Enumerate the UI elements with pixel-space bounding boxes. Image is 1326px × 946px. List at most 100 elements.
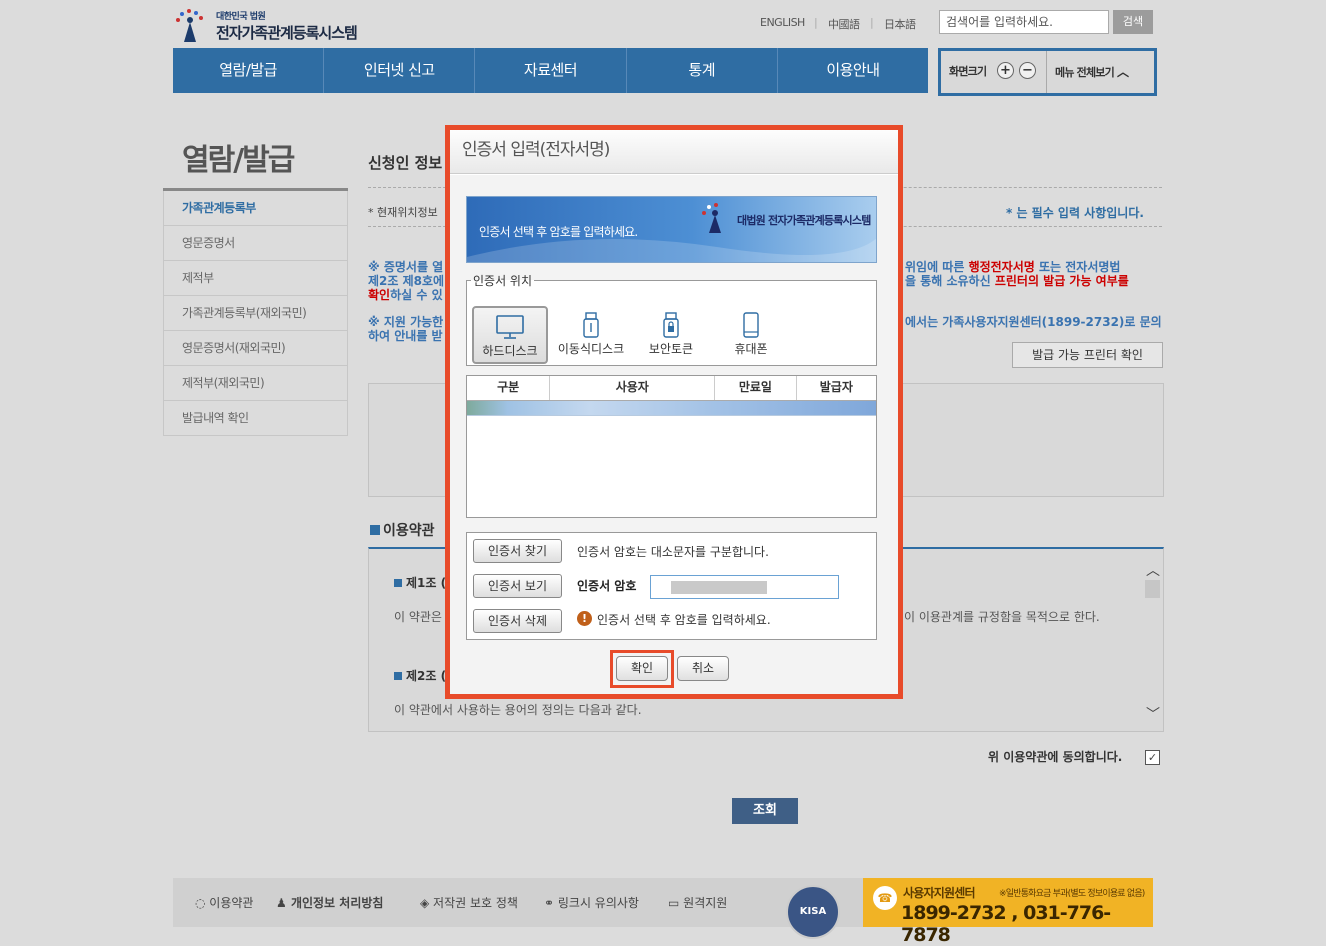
scroll-up-icon[interactable]: ︿ [1146,560,1160,580]
nav-resource-center[interactable]: 자료센터 [475,48,627,93]
location-mobile-phone[interactable]: 휴대폰 [713,306,789,364]
agree-checkbox[interactable]: ✓ [1145,750,1160,765]
notice-1-left: ※ 증명서를 열 제2조 제8호에 확인하실 수 있 [368,260,445,302]
bullet-icon [370,525,380,535]
terms-title: 이용약관 [370,520,435,540]
ok-button[interactable]: 확인 [616,656,668,681]
support-note: ※일반통화요금 부과(별도 정보이용료 없음) [999,889,1145,899]
logo-subtitle: 대한민국 법원 [216,12,266,22]
cert-row-selected[interactable] [467,401,876,416]
banner-text: 인증서 선택 후 암호를 입력하세요. [479,225,638,239]
col-issuer: 발급자 [819,380,853,394]
sidebar-item-removal-register[interactable]: 제적부 [163,261,348,296]
notice-2-left: ※ 지원 가능한 하여 안내를 받 [368,315,444,343]
article-1-title: 제1조 ( [394,574,446,591]
zoom-out-button[interactable]: − [1019,62,1036,79]
footer-link-remote-support[interactable]: ▭ 원격지원 [668,894,727,911]
banner-brand: 대법원 전자가족관계등록시스템 [737,214,871,227]
logo-title: 전자가족관계등록시스템 [216,24,358,42]
scroll-thumb[interactable] [1145,580,1160,598]
cert-location-legend: 인증서 위치 [473,274,533,288]
sidebar-item-english-cert[interactable]: 영문증명서 [163,226,348,261]
notice-2-right: 에서는 가족사용자지원센터(1899-2732)로 문의 [905,315,1162,329]
sidebar-item-removal-register-overseas[interactable]: 제적부(재외국민) [163,366,348,401]
delete-cert-button[interactable]: 인증서 삭제 [473,609,562,633]
screen-tools: 화면크기 + − 메뉴 전체보기 ︿ [938,48,1157,96]
dialog-banner: 인증서 선택 후 암호를 입력하세요. 대법원 전자가족관계등록시스템 [466,196,877,263]
main-nav: 열람/발급 인터넷 신고 자료센터 통계 이용안내 [173,48,928,93]
page-title: 열람/발급 [182,143,295,178]
chevron-up-icon: ︿ [1116,65,1129,79]
view-cert-button[interactable]: 인증서 보기 [473,574,562,598]
location-security-token[interactable]: 보안토큰 [633,306,709,364]
footer-link-terms[interactable]: ◌ 이용약관 [195,894,253,911]
terms-scrollbar[interactable]: ︿ ﹀ [1144,556,1162,728]
cert-list-table: 구분 사용자 만료일 발급자 [466,375,877,518]
cert-table-header: 구분 사용자 만료일 발급자 [467,376,876,401]
printer-check-button[interactable]: 발급 가능 프린터 확인 [1012,342,1163,368]
location-note: * 현재위치정보 [368,206,438,219]
footer-link-privacy[interactable]: ♟ 개인정보 처리방침 [276,894,383,911]
nav-usage-guide[interactable]: 이용안내 [778,48,928,93]
font-size-label: 화면크기 [949,65,987,78]
footer-link-link-notice[interactable]: ⚭ 링크시 유의사항 [544,894,639,911]
search-button[interactable]: 검색 [1113,10,1153,34]
col-type: 구분 [467,376,551,400]
site-logo[interactable]: 대한민국 법원 전자가족관계등록시스템 [172,6,392,44]
search-input[interactable]: 검색어를 입력하세요. [939,10,1109,34]
location-label: 보안토큰 [648,342,694,356]
footer-link-copyright[interactable]: ◈ 저작권 보호 정책 [420,894,518,911]
divider [1046,51,1047,93]
nav-statistics[interactable]: 통계 [627,48,778,93]
lang-separator: | [814,16,818,29]
article-2-title: 제2조 ( [394,667,446,684]
monitor-icon [496,315,524,339]
password-mask [671,581,767,594]
security-token-icon [663,312,679,338]
required-note: * 는 필수 입력 사항입니다. [1006,206,1144,220]
notice-1-right: 위임에 따른 행정전자서명 또는 전자서명법 을 통해 소유하신 프린터의 발급… [905,260,1129,288]
location-label: 하드디스크 [482,344,538,358]
col-expiry: 만료일 [715,376,797,400]
article-1-text-left: 이 약관은 [394,610,442,624]
cert-location-group: 인증서 위치 하드디스크 이동식디스크 보안토큰 휴대폰 [466,272,877,366]
cert-password-input[interactable] [650,575,839,599]
kisa-logo: KISA [786,885,840,939]
lang-english-link[interactable]: ENGLISH [760,16,805,29]
phone-icon: ☎ [873,886,897,910]
court-emblem-icon [176,9,203,42]
sidebar: 가족관계등록부 영문증명서 제적부 가족관계등록부(재외국민) 영문증명서(재외… [163,188,348,436]
lookup-button[interactable]: 조회 [732,798,798,824]
warning-icon: ! [577,611,592,626]
col-user: 사용자 [550,376,716,400]
zoom-in-button[interactable]: + [997,62,1014,79]
section-title: 신청인 정보 [368,154,443,172]
case-sensitive-note: 인증서 암호는 대소문자를 구분합니다. [577,545,769,559]
support-phone: 1899-2732 , 031-776-7878 [901,902,1111,946]
all-menu-label: 메뉴 전체보기 [1055,66,1115,79]
article-1-text-right: 이 이용관계를 규정함을 목적으로 한다. [904,610,1100,624]
scroll-down-icon[interactable]: ﹀ [1146,704,1160,724]
all-menu-button[interactable]: 메뉴 전체보기 ︿ [1055,63,1129,80]
article-2-text: 이 약관에서 사용하는 용어의 정의는 다음과 같다. [394,703,642,717]
bullet-icon [394,579,402,587]
location-label: 이동식디스크 [557,342,625,356]
nav-internet-report[interactable]: 인터넷 신고 [324,48,476,93]
location-removable-disk[interactable]: 이동식디스크 [553,306,629,364]
nav-view-issue[interactable]: 열람/발급 [173,48,325,93]
lang-japanese-link[interactable]: 日本語 [884,16,916,32]
cert-password-panel: 인증서 찾기 인증서 보기 인증서 삭제 인증서 암호는 대소문자를 구분합니다… [466,532,877,640]
lang-chinese-link[interactable]: 中國語 [828,16,860,32]
sidebar-item-family-register[interactable]: 가족관계등록부 [163,191,348,226]
location-harddisk[interactable]: 하드디스크 [472,306,548,364]
sidebar-item-family-register-overseas[interactable]: 가족관계등록부(재외국민) [163,296,348,331]
lang-separator: | [870,16,874,29]
cancel-button[interactable]: 취소 [677,656,729,681]
dialog-title: 인증서 입력(전자서명) [450,130,898,174]
support-center: ☎ 사용자지원센터 ※일반통화요금 부과(별도 정보이용료 없음) 1899-2… [863,878,1153,946]
password-label: 인증서 암호 [577,579,637,593]
mobile-phone-icon [743,312,759,338]
sidebar-item-english-cert-overseas[interactable]: 영문증명서(재외국민) [163,331,348,366]
sidebar-item-issue-history[interactable]: 발급내역 확인 [163,401,348,436]
find-cert-button[interactable]: 인증서 찾기 [473,539,562,563]
